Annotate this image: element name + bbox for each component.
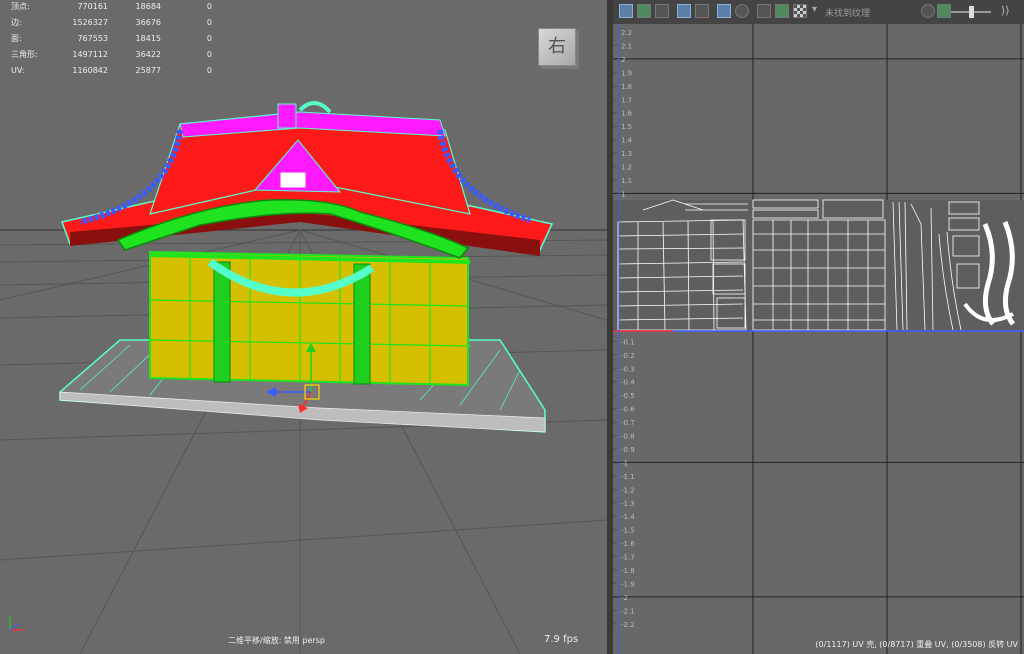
camera-label: 二维平移/缩放: 禁用 persp	[228, 636, 326, 645]
stat-value: 770161	[77, 2, 108, 11]
uv-axis-label: -1.9	[621, 580, 635, 588]
uv-filtered-icon[interactable]	[775, 4, 789, 18]
uv-axis-label: -2.2	[621, 621, 635, 629]
uv-axis-label: 1.6	[621, 110, 633, 118]
uv-gridlines	[613, 24, 1024, 654]
uv-axis-label: -1.1	[621, 473, 635, 481]
stat-row-faces: 面: 767553 18415 0	[11, 32, 212, 48]
poly-count-stats: 顶点: 770161 18684 0 边: 1526327 36676 0 面:…	[11, 0, 212, 80]
uv-editor[interactable]: 2.22.121.91.81.71.61.51.41.31.21.110.90.…	[613, 24, 1024, 654]
uv-axis-label: 1.5	[621, 123, 632, 131]
shrine-model[interactable]	[59, 101, 554, 433]
stat-value: 18684	[135, 2, 161, 11]
uv-status-text: (0/1117) UV 壳, (0/8717) 重叠 UV, (0/3508) …	[815, 640, 1018, 649]
uv-axis-label: 1.3	[621, 150, 632, 158]
uv-axis-label: 1.2	[621, 164, 632, 172]
uv-axis-label: 1.4	[621, 137, 633, 145]
scene-canvas[interactable]	[0, 0, 607, 654]
stat-label: 三角形:	[11, 50, 38, 59]
uv-gamma-icon[interactable]	[937, 4, 951, 18]
uv-axis-label: -1.7	[621, 554, 635, 562]
uv-brightness-slider-handle[interactable]	[969, 6, 974, 18]
uv-axis-label: -0.5	[621, 392, 635, 400]
stat-value: 1497112	[72, 50, 108, 59]
stat-row-edges: 边: 1526327 36676 0	[11, 16, 212, 32]
uv-axis-label: -0.4	[621, 379, 635, 387]
uv-axis-label: 1.9	[621, 69, 632, 77]
stat-value: 1160842	[72, 66, 108, 75]
uv-axis-label: -0.7	[621, 419, 635, 427]
uv-image-icon[interactable]	[757, 4, 771, 18]
uv-axis-label: -1.8	[621, 567, 635, 575]
uv-axis-label: -0.1	[621, 338, 635, 346]
uv-checker-map-icon[interactable]	[793, 4, 807, 18]
uv-axis-label: -1.3	[621, 500, 635, 508]
stat-value: 25877	[135, 66, 161, 75]
uv-grid-icon[interactable]	[717, 4, 731, 18]
stat-row-triangles: 三角形: 1497112 36422 0	[11, 48, 212, 64]
uv-axis-label: 2	[621, 56, 625, 64]
uv-axis-label: -0.6	[621, 406, 635, 414]
uv-distortion-icon[interactable]	[637, 4, 651, 18]
stat-label: 面:	[11, 34, 22, 43]
uv-border-icon[interactable]	[677, 4, 691, 18]
stat-value: 767553	[77, 34, 108, 43]
uv-axis-label: 2.1	[621, 42, 632, 50]
toolbar-expand-icon[interactable]: ⟩⟩	[1001, 4, 1010, 17]
uv-axis-label: -1.4	[621, 513, 635, 521]
uv-axis-label: -2.1	[621, 607, 635, 615]
uv-axis-label: -1.5	[621, 527, 635, 535]
uv-shell-icon[interactable]	[619, 4, 633, 18]
uv-axis-label: -0.2	[621, 352, 635, 360]
uv-axis-label: 1.8	[621, 83, 632, 91]
uv-grid-canvas[interactable]: 2.22.121.91.81.71.61.51.41.31.21.110.90.…	[613, 24, 1024, 654]
uv-pixel-snap-icon[interactable]	[735, 4, 749, 18]
uv-axis-label: -1.6	[621, 540, 635, 548]
stat-value: 36676	[135, 18, 161, 27]
fps-counter: 7.9 fps	[544, 634, 579, 645]
uv-axis-label: 1.1	[621, 177, 632, 185]
3d-viewport[interactable]: 顶点: 770161 18684 0 边: 1526327 36676 0 面:…	[0, 0, 607, 654]
uv-exposure-icon[interactable]	[921, 4, 935, 18]
stat-label: UV:	[11, 66, 25, 75]
stat-value: 0	[206, 34, 212, 43]
uv-axis-label: -1	[621, 459, 628, 467]
stat-value: 0	[206, 18, 212, 27]
stat-row-vertices: 顶点: 770161 18684 0	[11, 0, 212, 16]
uv-axis-label: -0.9	[621, 446, 635, 454]
stat-value: 0	[206, 2, 212, 11]
stat-value: 0	[206, 50, 212, 59]
stat-value: 36422	[135, 50, 161, 59]
stat-label: 边:	[11, 18, 22, 27]
uv-axis-label: 2.2	[621, 29, 632, 37]
stat-value: 18415	[135, 34, 161, 43]
stat-value: 0	[206, 66, 212, 75]
uv-toolbar: ▾ 未找到纹理 ⟩⟩	[613, 0, 1024, 25]
stat-row-uv: UV: 1160842 25877 0	[11, 64, 212, 80]
uv-axis-label: -1.2	[621, 486, 635, 494]
uv-checker-icon[interactable]	[655, 4, 669, 18]
uv-axis-label: -2	[621, 594, 628, 602]
uv-axis-label: -0.3	[621, 365, 635, 373]
uv-axis-label: 1	[621, 190, 625, 198]
texture-status[interactable]: 未找到纹理	[825, 6, 870, 19]
texture-dropdown-arrow-icon[interactable]: ▾	[812, 4, 817, 15]
uv-axis-label: -0.8	[621, 433, 635, 441]
uv-frame-icon[interactable]	[695, 4, 709, 18]
stat-value: 1526327	[72, 18, 108, 27]
uv-axis-label: 1.7	[621, 96, 632, 104]
view-cube[interactable]: 右	[538, 28, 576, 66]
axis-gizmo-icon	[9, 616, 24, 631]
stat-label: 顶点:	[11, 2, 30, 11]
